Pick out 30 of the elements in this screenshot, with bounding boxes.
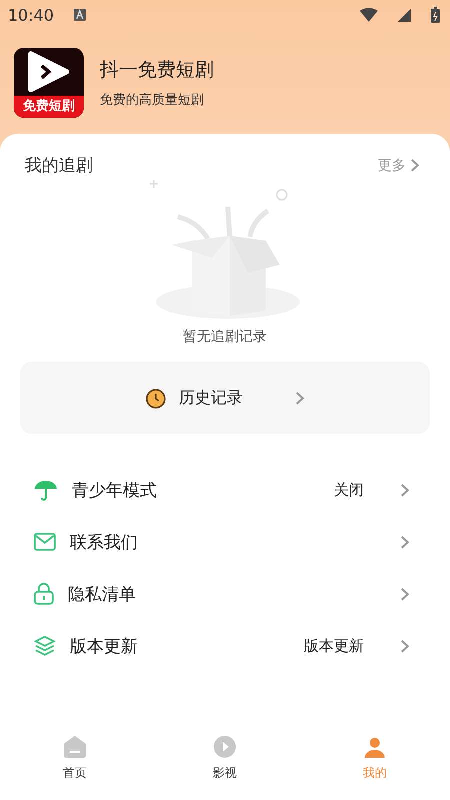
clock-icon — [145, 387, 167, 409]
signal-icon — [398, 8, 411, 22]
status-time: 10:40 — [8, 6, 54, 24]
chevron-right-icon — [400, 638, 410, 654]
chevron-right-icon — [400, 482, 410, 498]
home-icon — [63, 734, 87, 758]
section-title: 我的追剧 — [25, 155, 93, 177]
menu-item[interactable]: 青少年模式 关闭 — [0, 464, 450, 516]
logo-caption: 免费短剧 — [14, 96, 84, 118]
chevron-right-icon — [400, 586, 410, 602]
empty-text: 暂无追剧记录 — [183, 328, 267, 346]
lock-icon — [34, 583, 54, 605]
chevron-right-icon — [295, 390, 305, 406]
menu-item[interactable]: 联系我们 — [0, 516, 450, 568]
nav-tab[interactable]: 首页 — [0, 716, 150, 800]
wifi-icon — [360, 8, 378, 22]
play-icon — [213, 734, 237, 758]
notification-icon — [74, 9, 86, 21]
menu-item[interactable]: 隐私清单 — [0, 568, 450, 620]
menu-item[interactable]: 版本更新 版本更新 — [0, 620, 450, 672]
app-subtitle: 免费的高质量短剧 — [100, 92, 205, 109]
history-button[interactable]: 历史记录 — [20, 362, 430, 434]
chevron-right-icon — [400, 534, 410, 550]
chevron-right-icon — [410, 158, 420, 173]
layers-icon — [34, 635, 56, 657]
umbrella-icon — [34, 478, 58, 502]
envelope-icon — [34, 533, 56, 551]
app-title: 抖一免费短剧 — [100, 58, 214, 83]
nav-tab[interactable]: 影视 — [150, 716, 300, 800]
battery-icon — [431, 7, 440, 23]
